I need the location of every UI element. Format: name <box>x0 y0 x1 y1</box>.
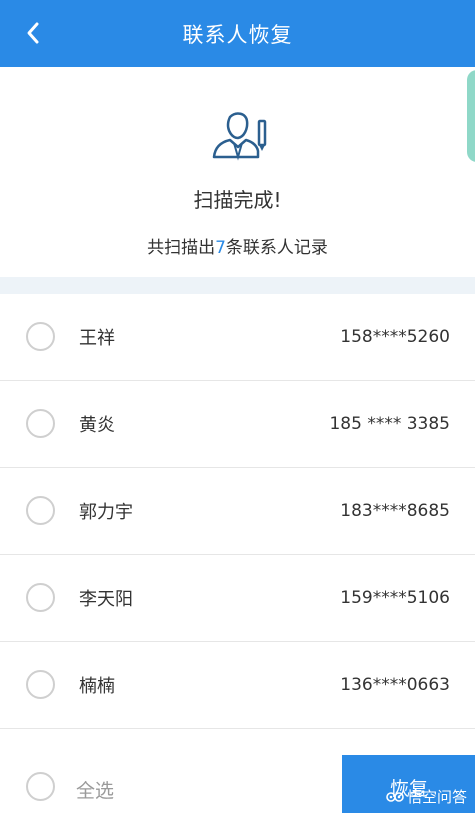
contact-row[interactable]: 郭力宇 183****8685 <box>0 468 475 555</box>
watermark-text: 悟空问答 <box>406 788 467 806</box>
wukong-logo-icon <box>386 791 404 802</box>
contact-name: 郭力宇 <box>79 502 133 523</box>
select-all-label: 全选 <box>76 780 115 802</box>
contact-row[interactable]: 王祥 158****5260 <box>0 294 475 381</box>
chevron-left-icon <box>27 22 39 44</box>
summary-prefix: 共扫描出 <box>147 238 216 258</box>
scan-summary-text: 共扫描出7条联系人记录 <box>0 233 475 258</box>
app-header: 联系人恢复 <box>0 0 475 67</box>
contact-name: 黄炎 <box>79 415 115 436</box>
contact-row[interactable]: 李天阳 159****5106 <box>0 555 475 642</box>
contact-edit-icon <box>212 112 267 161</box>
select-all-toggle[interactable]: 全选 <box>0 729 342 813</box>
section-divider <box>0 277 475 294</box>
contact-name: 李天阳 <box>79 589 133 610</box>
back-button[interactable] <box>18 18 48 48</box>
contact-radio[interactable] <box>26 409 55 438</box>
contact-name: 楠楠 <box>79 676 115 697</box>
contact-phone: 158****5260 <box>340 327 450 347</box>
restore-button[interactable]: 恢复 悟空问答 <box>342 755 475 813</box>
contact-radio[interactable] <box>26 583 55 612</box>
contact-row[interactable]: 黄炎 185 **** 3385 <box>0 381 475 468</box>
summary-suffix: 条联系人记录 <box>225 238 328 258</box>
watermark: 悟空问答 <box>386 786 467 807</box>
contact-radio[interactable] <box>26 496 55 525</box>
select-all-radio[interactable] <box>26 772 55 801</box>
page-title: 联系人恢复 <box>182 22 293 47</box>
scan-status-text: 扫描完成! <box>193 188 282 212</box>
contact-radio[interactable] <box>26 670 55 699</box>
action-footer: 全选 恢复 悟空问答 <box>0 729 475 813</box>
contact-phone: 136****0663 <box>340 675 450 695</box>
contact-phone: 185 **** 3385 <box>329 414 450 434</box>
contact-list: 王祥 158****5260 黄炎 185 **** 3385 郭力宇 183*… <box>0 294 475 729</box>
contact-name: 王祥 <box>79 328 115 349</box>
scan-result-panel: 扫描完成! 共扫描出7条联系人记录 <box>0 67 475 277</box>
summary-count: 7 <box>215 238 226 258</box>
contact-phone: 183****8685 <box>340 501 450 521</box>
contact-row[interactable]: 楠楠 136****0663 <box>0 642 475 729</box>
contact-phone: 159****5106 <box>340 588 450 608</box>
contact-radio[interactable] <box>26 322 55 351</box>
